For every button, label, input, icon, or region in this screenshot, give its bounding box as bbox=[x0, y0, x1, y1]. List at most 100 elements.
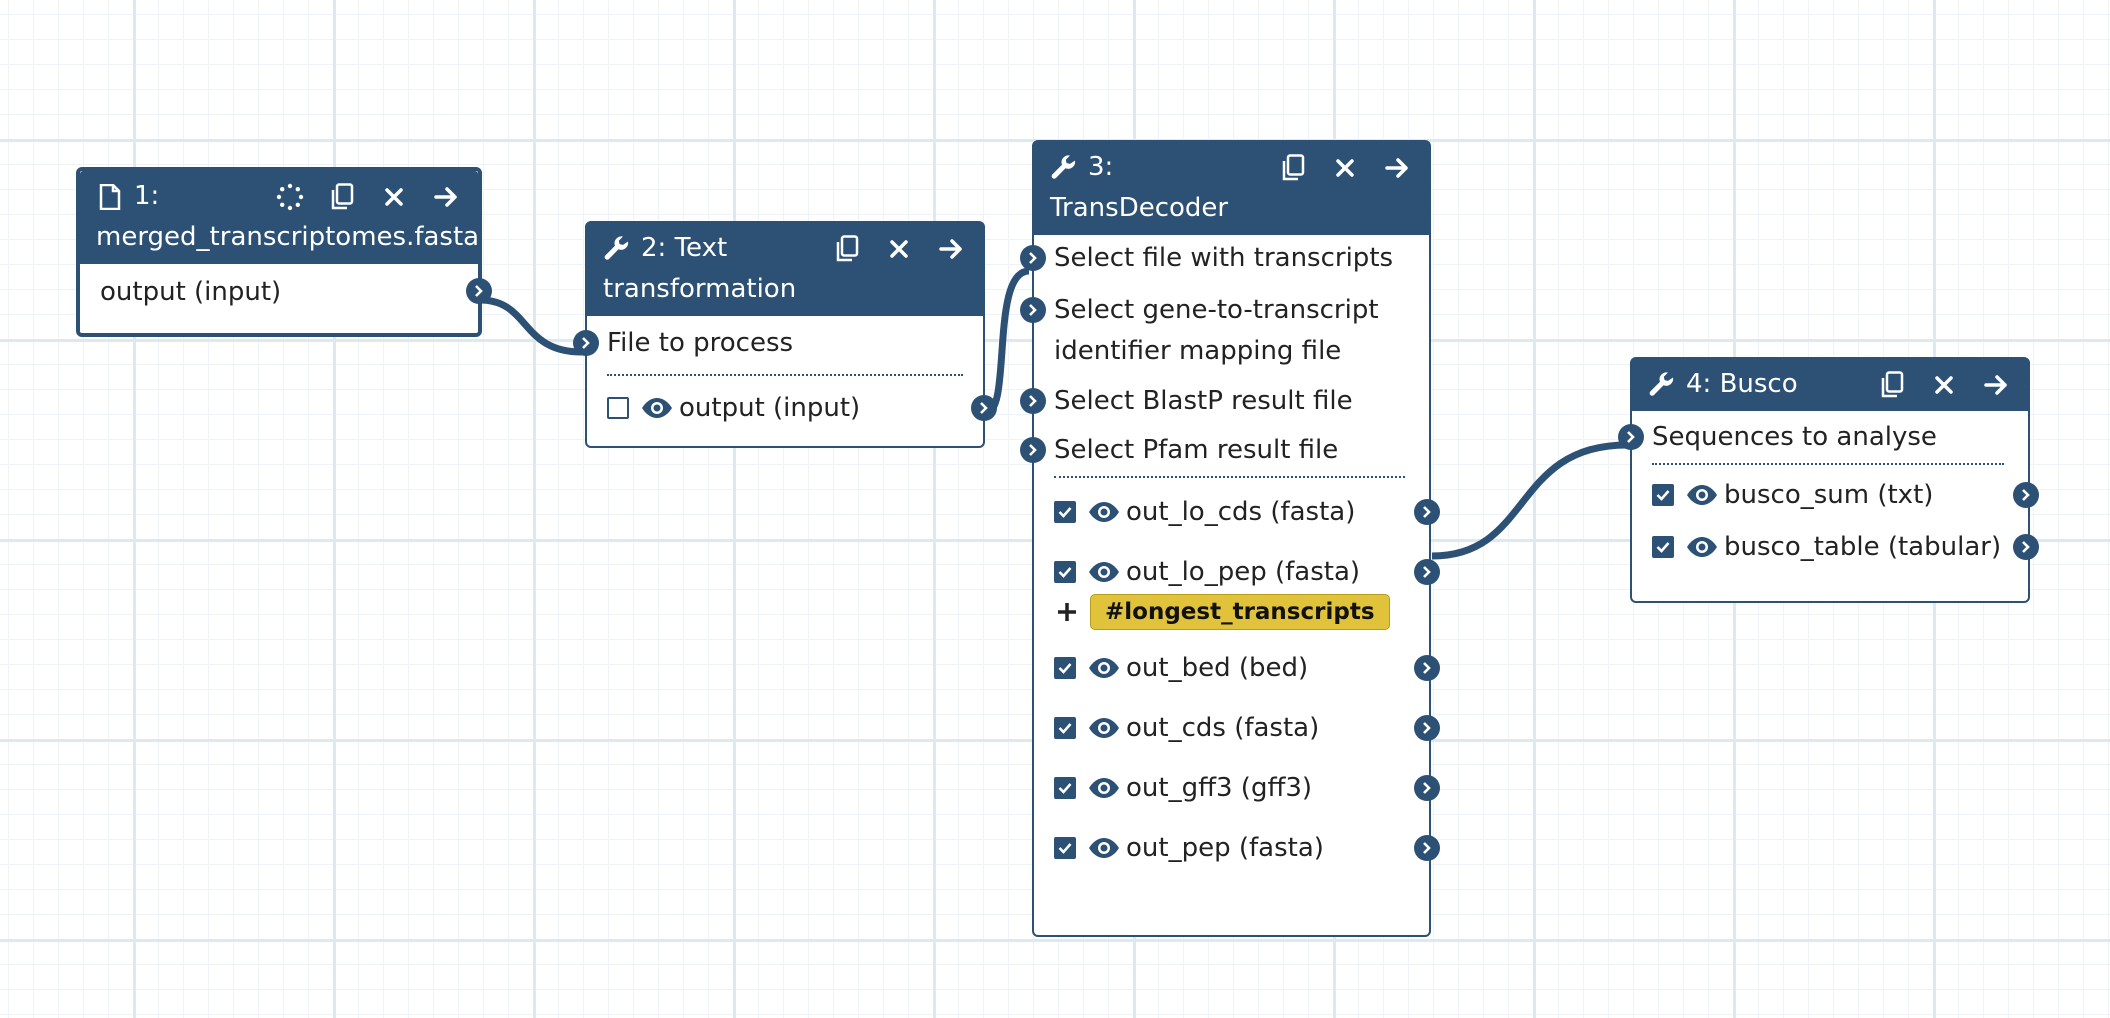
output-checkbox[interactable] bbox=[1054, 837, 1076, 859]
output-row: out_lo_cds (fasta) bbox=[1054, 482, 1440, 542]
input-terminal[interactable] bbox=[1618, 424, 1644, 450]
node-4-header[interactable]: 4: Busco bbox=[1632, 359, 2028, 411]
output-terminal[interactable] bbox=[1414, 559, 1440, 585]
node-4-title: 4: Busco bbox=[1686, 369, 1798, 399]
input-label: Select Pfam result file bbox=[1054, 435, 1339, 465]
node-3-header[interactable]: 3: TransDecoder bbox=[1034, 142, 1429, 235]
output-checkbox[interactable] bbox=[1054, 777, 1076, 799]
input-terminal[interactable] bbox=[1020, 297, 1046, 323]
eye-icon[interactable] bbox=[1088, 837, 1122, 859]
eye-icon[interactable] bbox=[1088, 501, 1122, 523]
divider bbox=[1652, 463, 2004, 465]
output-checkbox[interactable] bbox=[1652, 536, 1674, 558]
input-row: File to process bbox=[573, 316, 963, 370]
output-terminal[interactable] bbox=[1414, 499, 1440, 525]
input-row: Select gene-to-transcript identifier map… bbox=[1020, 284, 1405, 378]
input-terminal[interactable] bbox=[1020, 437, 1046, 463]
arrow-right-icon[interactable] bbox=[935, 233, 967, 265]
output-row: out_lo_pep (fasta) bbox=[1054, 542, 1440, 602]
output-label: out_pep (fasta) bbox=[1126, 833, 1324, 863]
node-1-step: 1: bbox=[134, 181, 160, 211]
output-label: busco_table (tabular) bbox=[1724, 532, 2002, 562]
input-label: Select gene-to-transcript bbox=[1054, 295, 1379, 325]
arrow-right-icon[interactable] bbox=[430, 181, 462, 213]
output-label: output (input) bbox=[679, 393, 861, 423]
node-1-header[interactable]: 1: merged_transcriptomes.fasta bbox=[80, 171, 479, 264]
input-row: Select BlastP result file bbox=[1020, 378, 1405, 427]
close-icon[interactable] bbox=[1928, 369, 1960, 401]
input-row: Select Pfam result file bbox=[1020, 427, 1405, 476]
copy-icon[interactable] bbox=[1277, 152, 1309, 184]
wrench-icon bbox=[1050, 154, 1078, 182]
output-terminal[interactable] bbox=[1414, 715, 1440, 741]
copy-icon[interactable] bbox=[1876, 369, 1908, 401]
node-4-busco[interactable]: 4: Busco Sequences to analyse busco_sum … bbox=[1618, 357, 2039, 603]
output-label: out_lo_cds (fasta) bbox=[1126, 497, 1356, 527]
wrench-icon bbox=[603, 235, 631, 263]
output-label: out_gff3 (gff3) bbox=[1126, 773, 1313, 803]
output-row: output (input) bbox=[100, 264, 492, 320]
input-label: File to process bbox=[607, 328, 794, 358]
output-row: output (input) bbox=[607, 384, 997, 432]
close-icon[interactable] bbox=[378, 181, 410, 213]
eye-icon[interactable] bbox=[1088, 657, 1122, 679]
input-label: Sequences to analyse bbox=[1652, 422, 1937, 452]
output-terminal[interactable] bbox=[466, 278, 492, 304]
wire-1-to-2 bbox=[479, 296, 583, 356]
plus-icon[interactable] bbox=[1054, 599, 1080, 625]
output-terminal[interactable] bbox=[1414, 775, 1440, 801]
loading-spinner-icon bbox=[274, 181, 306, 213]
wrench-icon bbox=[1648, 371, 1676, 399]
output-checkbox[interactable] bbox=[1054, 561, 1076, 583]
output-checkbox[interactable] bbox=[1054, 717, 1076, 739]
node-2-header[interactable]: 2: Text transformation bbox=[587, 223, 983, 316]
node-2-title-line1: 2: Text bbox=[641, 233, 728, 263]
output-checkbox[interactable] bbox=[607, 397, 629, 419]
eye-icon[interactable] bbox=[1088, 561, 1122, 583]
output-terminal[interactable] bbox=[1414, 835, 1440, 861]
output-terminal[interactable] bbox=[1414, 655, 1440, 681]
node-3-title-line2: TransDecoder bbox=[1050, 193, 1229, 223]
divider bbox=[607, 374, 963, 376]
output-checkbox[interactable] bbox=[1652, 484, 1674, 506]
output-label: out_lo_pep (fasta) bbox=[1126, 557, 1361, 587]
divider bbox=[1054, 476, 1405, 478]
output-label: out_bed (bed) bbox=[1126, 653, 1309, 683]
output-row: out_pep (fasta) bbox=[1054, 818, 1440, 878]
node-2-title-line2: transformation bbox=[603, 274, 797, 304]
node-1-input[interactable]: 1: merged_transcriptomes.fasta output (i… bbox=[76, 167, 492, 337]
output-row: out_bed (bed) bbox=[1054, 638, 1440, 698]
output-row: out_gff3 (gff3) bbox=[1054, 758, 1440, 818]
copy-icon[interactable] bbox=[831, 233, 863, 265]
output-row: busco_sum (txt) bbox=[1652, 469, 2039, 521]
input-terminal[interactable] bbox=[1020, 388, 1046, 414]
eye-icon[interactable] bbox=[1686, 536, 1720, 558]
node-3-transdecoder[interactable]: 3: TransDecoder Select file with transcr… bbox=[1020, 140, 1440, 937]
eye-icon[interactable] bbox=[641, 397, 675, 419]
close-icon[interactable] bbox=[883, 233, 915, 265]
node-2-text-transformation[interactable]: 2: Text transformation File to process o… bbox=[573, 221, 997, 448]
output-label: busco_sum (txt) bbox=[1724, 480, 1934, 510]
output-checkbox[interactable] bbox=[1054, 501, 1076, 523]
file-icon bbox=[96, 183, 124, 211]
output-terminal[interactable] bbox=[2013, 534, 2039, 560]
input-terminal[interactable] bbox=[573, 330, 599, 356]
eye-icon[interactable] bbox=[1686, 484, 1720, 506]
input-terminal[interactable] bbox=[1020, 245, 1046, 271]
arrow-right-icon[interactable] bbox=[1381, 152, 1413, 184]
output-label: output (input) bbox=[100, 277, 282, 307]
arrow-right-icon[interactable] bbox=[1980, 369, 2012, 401]
output-terminal[interactable] bbox=[971, 395, 997, 421]
wire-3-to-4 bbox=[1431, 441, 1628, 560]
output-row: busco_table (tabular) bbox=[1652, 521, 2039, 573]
eye-icon[interactable] bbox=[1088, 717, 1122, 739]
input-label-cont: identifier mapping file bbox=[1054, 336, 1342, 366]
copy-icon[interactable] bbox=[326, 181, 358, 213]
node-3-title-line1: 3: bbox=[1088, 152, 1114, 182]
output-row: out_cds (fasta) bbox=[1054, 698, 1440, 758]
input-label: Select file with transcripts bbox=[1054, 243, 1394, 273]
eye-icon[interactable] bbox=[1088, 777, 1122, 799]
output-terminal[interactable] bbox=[2013, 482, 2039, 508]
close-icon[interactable] bbox=[1329, 152, 1361, 184]
output-checkbox[interactable] bbox=[1054, 657, 1076, 679]
